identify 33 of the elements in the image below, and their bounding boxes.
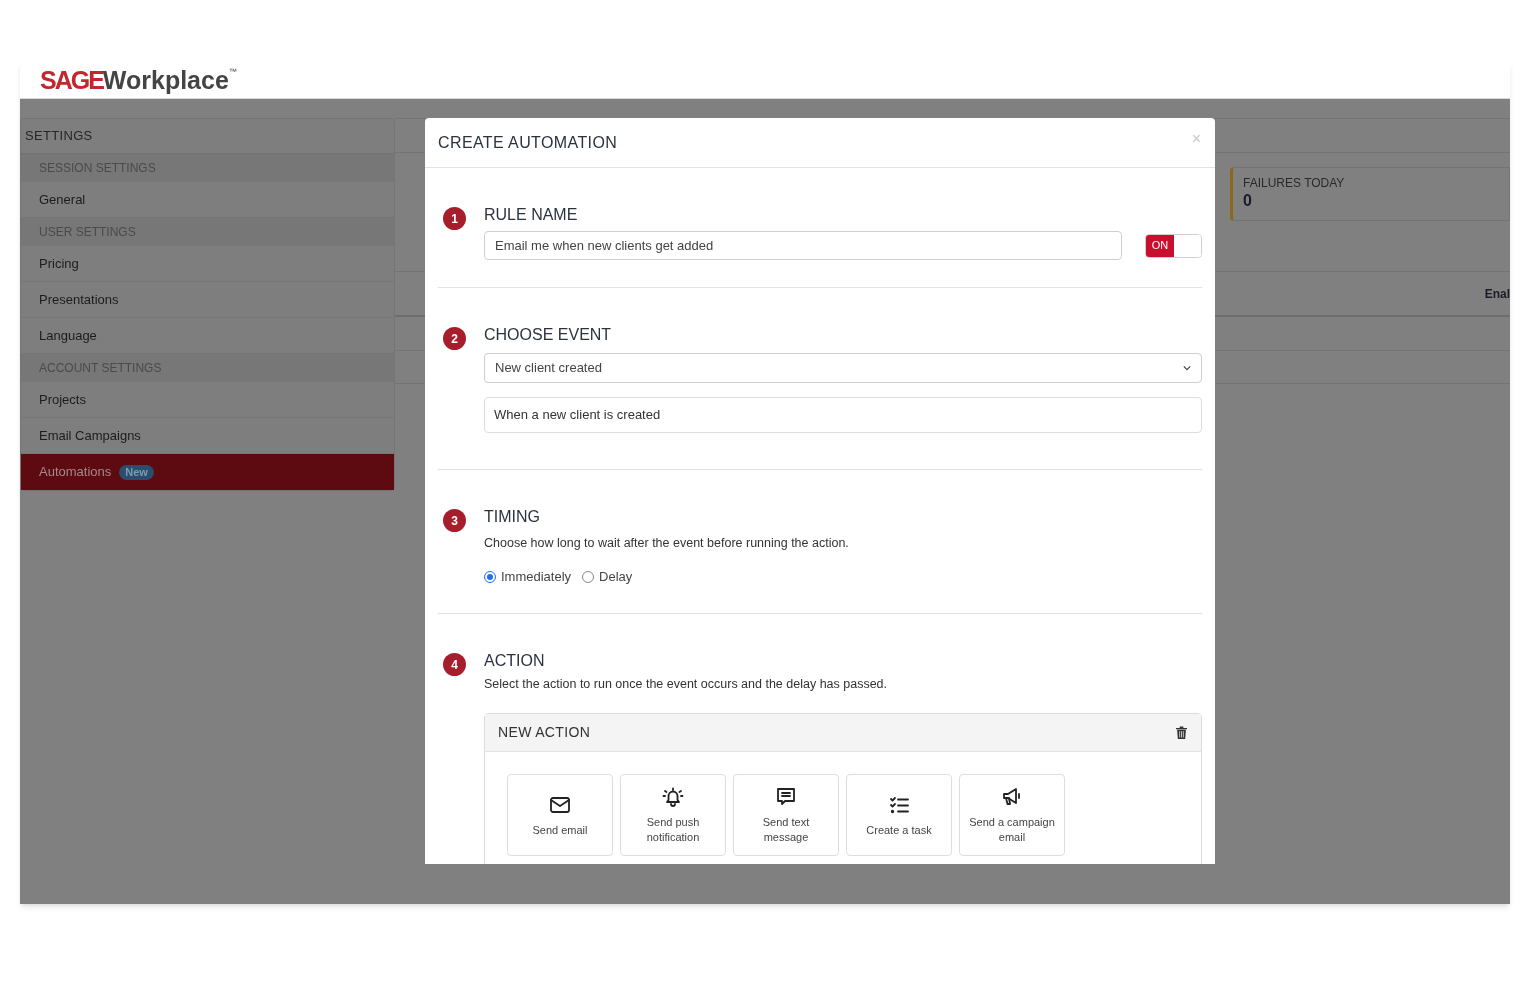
action-tile[interactable]: Create a task [846,774,952,856]
rule-name-field[interactable]: Email me when new clients get added [484,231,1122,260]
bell-icon [661,785,685,809]
action-tile[interactable]: Send push notification [620,774,726,856]
step-number-badge: 3 [443,509,466,532]
delete-button[interactable] [1176,726,1187,739]
step-number-badge: 1 [443,207,466,230]
column-header: Enal [1484,285,1510,303]
step-title: TIMING [484,507,541,527]
logo: SAGEWorkplace™ [40,67,237,93]
radio-option[interactable]: Immediately [484,566,572,587]
action-tile[interactable]: Send email [507,774,613,856]
step-title: CHOOSE EVENT [484,325,613,345]
step-title: ACTION [484,651,546,672]
stat-value: 0 [1243,191,1253,211]
event-dropdown[interactable]: New client created [484,353,1202,383]
step-number-badge: 4 [443,653,466,677]
step-description: Select the action to run once the event occurs and the delay has passed. [484,676,889,694]
action-tile[interactable]: Send text message [733,774,839,856]
modal-title: CREATE AUTOMATION [438,132,618,153]
panel-title: NEW ACTION [498,723,591,742]
stat-label: FAILURES TODAY [1243,176,1346,190]
step-description: Choose how long to wait after the event before running the action. [484,535,850,552]
on-off-toggle[interactable]: ON [1145,233,1202,258]
chevron-down-icon [1183,364,1191,372]
sidebar-title: SETTINGS [25,127,93,146]
new-badge: New [119,464,154,480]
action-tile[interactable]: Send a campaign email [959,774,1065,856]
sidebar-item[interactable]: Automations New [21,454,394,490]
radio-option[interactable]: Delay [582,566,633,587]
step-title: RULE NAME [484,205,579,225]
event-description-box: When a new client is created [484,397,1202,433]
step-number-badge: 2 [443,327,466,350]
